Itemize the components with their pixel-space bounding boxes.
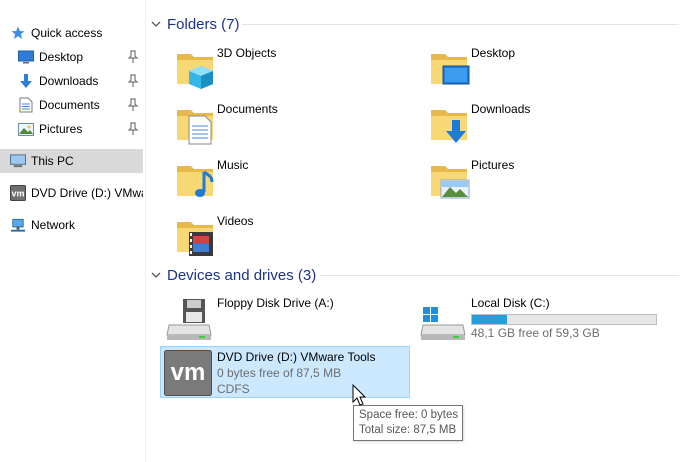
folder-label: Music xyxy=(217,158,249,172)
drive-local-disk[interactable]: Local Disk (C:) 48,1 GB free of 59,3 GB xyxy=(415,293,665,345)
desktop-icon xyxy=(18,49,34,65)
folder-documents[interactable]: Documents xyxy=(165,98,405,150)
chevron-down-icon xyxy=(150,21,162,28)
local-disk-icon xyxy=(420,307,466,340)
nav-label: Network xyxy=(31,218,76,232)
nav-label: Desktop xyxy=(39,50,84,64)
vmware-drive-icon: vm xyxy=(10,185,26,201)
documents-icon xyxy=(18,97,34,113)
nav-item-network[interactable]: Network xyxy=(0,213,143,237)
drive-free-space: 48,1 GB free of 59,3 GB xyxy=(471,326,600,340)
capacity-bar-fill xyxy=(472,315,507,324)
folder-music[interactable]: Music xyxy=(165,154,405,206)
vmware-dvd-icon: vm xyxy=(164,350,212,396)
star-icon xyxy=(10,25,26,41)
floppy-drive-icon xyxy=(166,299,212,340)
pin-icon xyxy=(127,50,139,63)
folders-group-title: Folders (7) xyxy=(167,15,240,33)
nav-item-documents[interactable]: Documents xyxy=(0,93,143,117)
chevron-down-icon xyxy=(150,272,162,279)
drive-name: DVD Drive (D:) VMware Tools xyxy=(217,350,376,364)
nav-item-this-pc[interactable]: This PC xyxy=(0,149,143,173)
navigation-pane: Quick access Desktop Downloads Documents… xyxy=(0,0,146,462)
nav-item-dvd-drive[interactable]: vm DVD Drive (D:) VMwa xyxy=(0,181,143,205)
folder-pictures[interactable]: Pictures xyxy=(419,154,659,206)
svg-text:vm: vm xyxy=(171,359,206,386)
videos-folder-icon xyxy=(177,222,213,256)
devices-group-title: Devices and drives (3) xyxy=(167,266,317,284)
svg-text:vm: vm xyxy=(11,189,24,199)
mouse-cursor-icon xyxy=(352,384,366,406)
3d-objects-icon xyxy=(177,54,213,89)
desktop-folder-icon xyxy=(431,54,470,85)
nav-item-downloads[interactable]: Downloads xyxy=(0,69,143,93)
nav-item-pictures[interactable]: Pictures xyxy=(0,117,143,141)
drive-dvd[interactable]: vm DVD Drive (D:) VMware Tools 0 bytes f… xyxy=(160,346,410,398)
drive-name: Local Disk (C:) xyxy=(471,296,550,310)
drive-free-space: 0 bytes free of 87,5 MB xyxy=(217,366,342,380)
computer-icon xyxy=(10,153,26,169)
drive-floppy[interactable]: Floppy Disk Drive (A:) xyxy=(161,293,411,345)
folder-videos[interactable]: Videos xyxy=(165,210,405,262)
drive-filesystem: CDFS xyxy=(217,382,250,396)
folder-label: Pictures xyxy=(471,158,515,172)
nav-item-desktop[interactable]: Desktop xyxy=(0,45,143,69)
capacity-bar xyxy=(471,314,657,325)
folder-desktop[interactable]: Desktop xyxy=(419,42,659,94)
nav-quick-access[interactable]: Quick access xyxy=(0,21,143,45)
nav-label: Documents xyxy=(39,98,100,112)
downloads-icon xyxy=(18,73,34,89)
pin-icon xyxy=(127,98,139,111)
nav-label: Pictures xyxy=(39,122,83,136)
nav-label: Downloads xyxy=(39,74,99,88)
downloads-folder-icon xyxy=(431,110,467,143)
pin-icon xyxy=(127,122,139,135)
music-folder-icon xyxy=(177,166,214,197)
pictures-icon xyxy=(18,121,34,137)
pictures-folder-icon xyxy=(431,166,470,199)
folder-label: Desktop xyxy=(471,46,516,60)
group-divider xyxy=(242,24,679,25)
folder-label: 3D Objects xyxy=(217,46,277,60)
tooltip-space-free: Space free: 0 bytes xyxy=(359,409,459,421)
drive-name: Floppy Disk Drive (A:) xyxy=(217,296,334,310)
folder-downloads[interactable]: Downloads xyxy=(419,98,659,150)
nav-label: Quick access xyxy=(31,26,103,40)
folder-label: Videos xyxy=(217,214,254,228)
documents-folder-icon xyxy=(177,110,213,145)
folder-label: Documents xyxy=(217,102,278,116)
nav-label: DVD Drive (D:) VMwa xyxy=(31,186,143,200)
folder-3d-objects[interactable]: 3D Objects xyxy=(165,42,405,94)
drive-tooltip: Space free: 0 bytes Total size: 87,5 MB xyxy=(353,405,464,441)
nav-label: This PC xyxy=(31,154,74,168)
tooltip-total-size: Total size: 87,5 MB xyxy=(359,424,457,436)
network-icon xyxy=(10,217,26,233)
folders-group-header[interactable]: Folders (7) xyxy=(150,14,240,34)
devices-group-header[interactable]: Devices and drives (3) xyxy=(150,265,316,285)
group-divider xyxy=(320,275,679,276)
pin-icon xyxy=(127,74,139,87)
folder-label: Downloads xyxy=(471,102,531,116)
